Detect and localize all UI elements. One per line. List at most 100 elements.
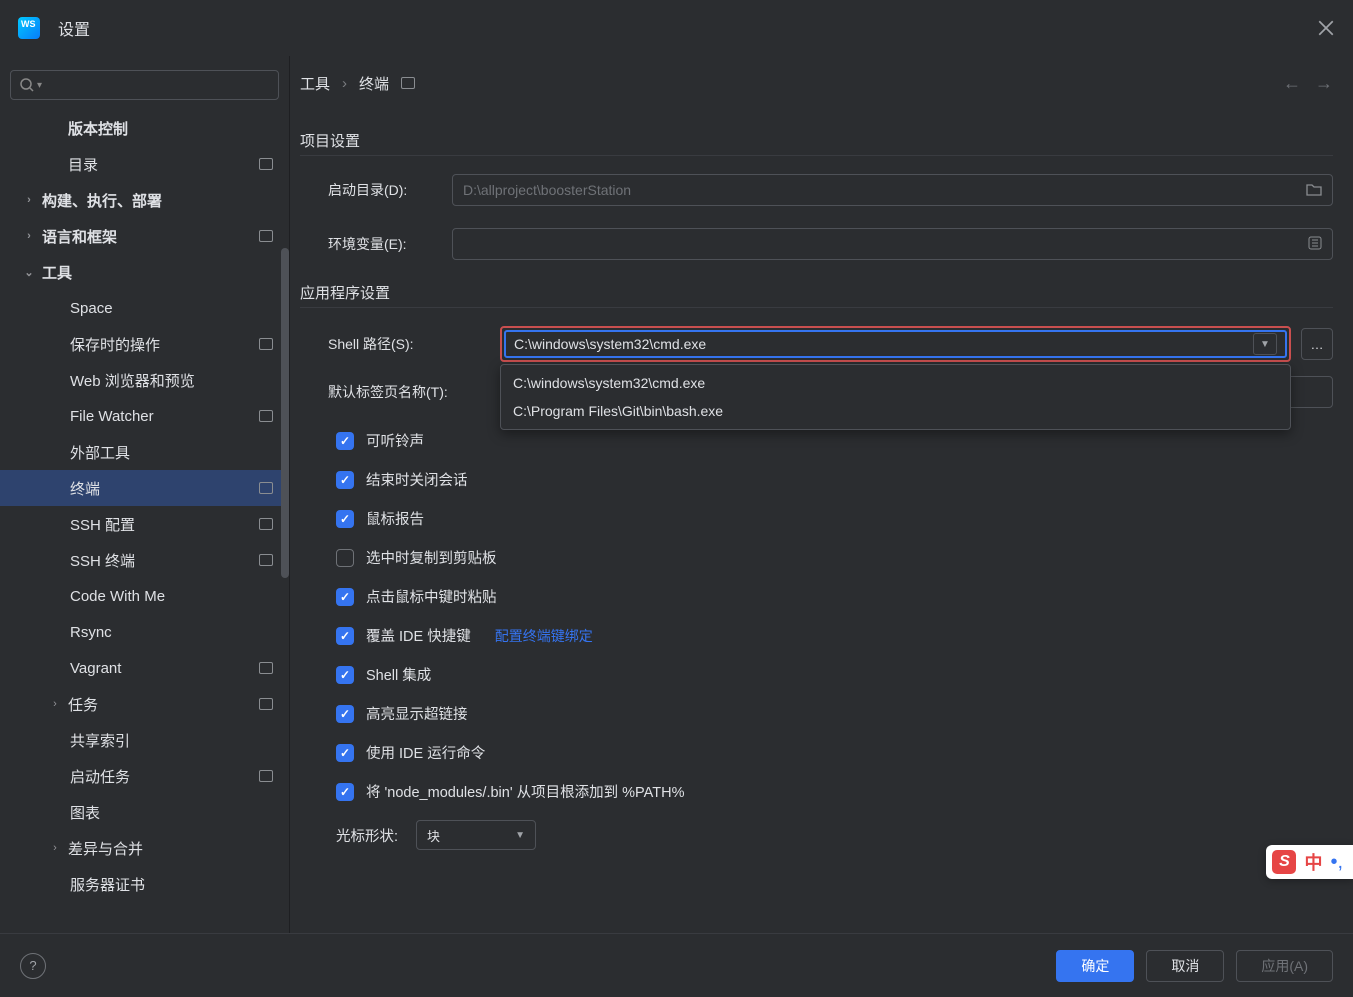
search-input[interactable]: ▾: [10, 70, 279, 100]
chevron-icon: ›: [22, 230, 36, 242]
ime-punct: •,: [1330, 851, 1343, 874]
sidebar-item[interactable]: 外部工具: [0, 434, 289, 470]
footer: ? 确定 取消 应用(A): [0, 933, 1353, 997]
sidebar-item[interactable]: 版本控制: [0, 110, 289, 146]
sidebar-item-label: 终端: [70, 478, 100, 499]
nav-arrows: ← →: [1283, 73, 1333, 94]
checkbox[interactable]: [336, 471, 354, 489]
sidebar-item[interactable]: 服务器证书: [0, 866, 289, 902]
close-icon[interactable]: [1317, 19, 1335, 37]
sidebar-item-label: 服务器证书: [70, 874, 145, 895]
breadcrumb-separator: ›: [342, 75, 347, 92]
sidebar-item[interactable]: Rsync: [0, 614, 289, 650]
checkbox-label: 选中时复制到剪贴板: [366, 547, 497, 568]
chevron-down-icon[interactable]: ▼: [1253, 333, 1277, 355]
config-link[interactable]: 配置终端键绑定: [495, 626, 593, 646]
scope-badge-icon: [259, 158, 273, 170]
scope-badge-icon: [259, 230, 273, 242]
sidebar-item[interactable]: ›差异与合并: [0, 830, 289, 866]
ok-button[interactable]: 确定: [1056, 950, 1134, 982]
checkbox-label: 点击鼠标中键时粘贴: [366, 586, 497, 607]
sidebar-item-label: 工具: [42, 262, 72, 283]
scope-badge-icon: [259, 338, 273, 350]
checkbox-label: 将 'node_modules/.bin' 从项目根添加到 %PATH%: [366, 781, 684, 802]
sidebar-item[interactable]: SSH 配置: [0, 506, 289, 542]
scope-badge-icon: [259, 698, 273, 710]
sidebar-item[interactable]: 图表: [0, 794, 289, 830]
checkbox[interactable]: [336, 627, 354, 645]
divider: [300, 155, 1333, 156]
breadcrumb-current: 终端: [359, 73, 389, 94]
ime-mode: 中: [1304, 849, 1322, 875]
sidebar-item[interactable]: Code With Me: [0, 578, 289, 614]
sidebar-item[interactable]: 保存时的操作: [0, 326, 289, 362]
back-icon[interactable]: ←: [1283, 73, 1301, 94]
sidebar-item-label: 保存时的操作: [70, 334, 160, 355]
checkbox[interactable]: [336, 510, 354, 528]
checkbox-row: 使用 IDE 运行命令: [300, 742, 1333, 763]
checkbox[interactable]: [336, 432, 354, 450]
checkbox[interactable]: [336, 783, 354, 801]
sidebar-item[interactable]: 目录: [0, 146, 289, 182]
browse-button[interactable]: …: [1301, 328, 1333, 360]
checkbox-row: 可听铃声: [300, 430, 1333, 451]
sidebar-item[interactable]: 共享索引: [0, 722, 289, 758]
sidebar-item[interactable]: SSH 终端: [0, 542, 289, 578]
sidebar-item[interactable]: 启动任务: [0, 758, 289, 794]
section-project-title: 项目设置: [300, 130, 1333, 151]
sidebar-item[interactable]: 终端: [0, 470, 289, 506]
forward-icon[interactable]: →: [1315, 73, 1333, 94]
content-header: 工具 › 终端 ← →: [290, 56, 1353, 110]
cancel-button[interactable]: 取消: [1146, 950, 1224, 982]
scope-badge-icon: [259, 770, 273, 782]
folder-icon[interactable]: [1306, 182, 1322, 199]
shell-path-combo[interactable]: ▼ C:\windows\system32\cmd.exeC:\Program …: [500, 326, 1291, 362]
chevron-down-icon: ▼: [515, 830, 525, 841]
dropdown-item[interactable]: C:\Program Files\Git\bin\bash.exe: [501, 397, 1290, 425]
sidebar-item-label: 外部工具: [70, 442, 130, 463]
apply-button[interactable]: 应用(A): [1236, 950, 1333, 982]
sidebar-item-label: 版本控制: [68, 118, 128, 139]
list-icon[interactable]: [1308, 236, 1322, 253]
help-button[interactable]: ?: [20, 953, 46, 979]
sidebar-item-label: SSH 终端: [70, 550, 135, 571]
cursor-shape-select[interactable]: 块 ▼: [416, 820, 536, 850]
start-dir-input[interactable]: D:\allproject\boosterStation: [452, 174, 1333, 206]
sidebar-item[interactable]: ›构建、执行、部署: [0, 182, 289, 218]
sidebar-item[interactable]: File Watcher: [0, 398, 289, 434]
settings-tree: 版本控制目录 ›构建、执行、部署›语言和框架⌄工具Space 保存时的操作 Web 浏…: [0, 110, 289, 933]
checkbox-row: 高亮显示超链接: [300, 703, 1333, 724]
title-bar: 设置: [0, 0, 1353, 56]
checkbox-label: Shell 集成: [366, 664, 431, 685]
sidebar-item-label: Vagrant: [70, 660, 121, 677]
sidebar-item-label: Web 浏览器和预览: [70, 370, 195, 391]
checkbox[interactable]: [336, 666, 354, 684]
env-input[interactable]: [452, 228, 1333, 260]
shell-path-input[interactable]: [514, 336, 1253, 352]
env-label: 环境变量(E):: [300, 234, 452, 254]
sidebar-item[interactable]: Space: [0, 290, 289, 326]
scope-badge-icon: [259, 410, 273, 422]
checkbox[interactable]: [336, 744, 354, 762]
checkbox-row: 覆盖 IDE 快捷键 配置终端键绑定: [300, 625, 1333, 646]
shell-dropdown: C:\windows\system32\cmd.exeC:\Program Fi…: [500, 364, 1291, 430]
checkbox-row: 将 'node_modules/.bin' 从项目根添加到 %PATH%: [300, 781, 1333, 802]
sidebar-item[interactable]: Web 浏览器和预览: [0, 362, 289, 398]
checkbox[interactable]: [336, 705, 354, 723]
dropdown-item[interactable]: C:\windows\system32\cmd.exe: [501, 369, 1290, 397]
checkbox[interactable]: [336, 588, 354, 606]
sidebar-item[interactable]: ›语言和框架: [0, 218, 289, 254]
search-icon: [19, 77, 35, 93]
checkbox-label: 覆盖 IDE 快捷键: [366, 625, 471, 646]
sidebar-item[interactable]: Vagrant: [0, 650, 289, 686]
checkbox[interactable]: [336, 549, 354, 567]
sidebar-item-label: 目录: [68, 154, 98, 175]
scrollbar[interactable]: [281, 248, 289, 578]
sidebar-item[interactable]: ›任务: [0, 686, 289, 722]
breadcrumb-parent[interactable]: 工具: [300, 73, 330, 94]
ime-logo-icon: S: [1272, 850, 1296, 874]
checkbox-row: Shell 集成: [300, 664, 1333, 685]
app-icon: [18, 17, 40, 39]
shell-path-label: Shell 路径(S):: [300, 334, 500, 354]
sidebar-item[interactable]: ⌄工具: [0, 254, 289, 290]
